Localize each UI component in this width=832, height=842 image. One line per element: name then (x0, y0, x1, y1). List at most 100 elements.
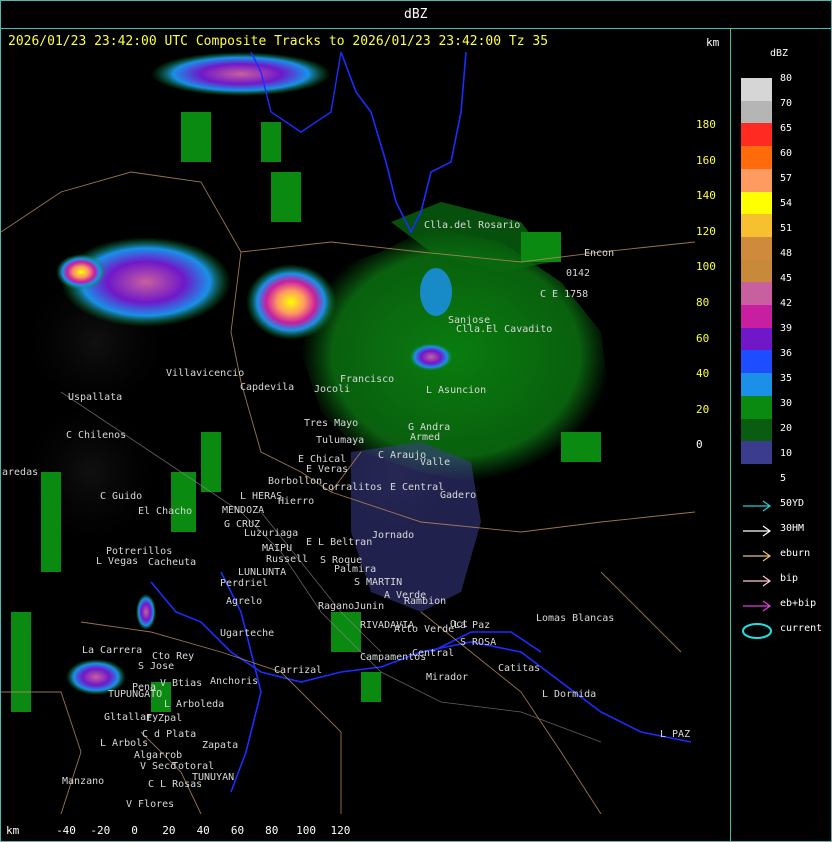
storm-cell-east-b (420, 268, 452, 316)
km-label-bottom: km (6, 824, 20, 837)
place-label: L Dormida (542, 689, 597, 700)
legend-level-label: 5 (780, 473, 787, 484)
place-label: LUNLUNTA (238, 567, 287, 578)
place-label: E Veras (306, 464, 349, 475)
legend-level-label: 54 (780, 198, 793, 209)
place-label: Encon (584, 248, 615, 259)
legend-swatch (741, 305, 772, 328)
place-label: Agrelo (226, 596, 263, 607)
place-label: V Btias (160, 678, 203, 689)
legend-track-label: 30HM (780, 523, 805, 534)
place-label: Catitas (498, 663, 541, 674)
legend-level-label: 80 (780, 73, 793, 84)
legend-swatch (741, 214, 772, 238)
place-label: S Jose (138, 661, 175, 672)
place-label: Manzano (62, 776, 105, 787)
place-label: Cacheuta (148, 557, 197, 568)
y-tick-label: 140 (696, 189, 716, 203)
legend-swatch (741, 395, 772, 419)
legend-track-label: bip (780, 573, 799, 584)
place-label: E Central (390, 482, 445, 493)
place-label: E L Beltran (306, 537, 373, 548)
place-label: Uspallata (68, 392, 123, 403)
place-label: Perdriel (220, 578, 269, 589)
legend-swatch (741, 78, 772, 101)
place-label: Capdevila (240, 382, 295, 393)
place-label: L Arboleda (164, 699, 225, 710)
place-label: L Asuncion (426, 385, 487, 396)
place-label: Jornado (372, 530, 415, 541)
place-label: Armed (410, 432, 441, 443)
place-label: S ROSA (460, 637, 497, 648)
place-label: Lomas Blancas (536, 613, 615, 624)
place-label: C d Plata (142, 729, 197, 740)
legend-level-label: 57 (780, 173, 793, 184)
legend-track-label: eburn (780, 548, 811, 559)
legend-level-label: 35 (780, 373, 793, 384)
storm-cell-central (246, 264, 336, 340)
place-label: Gadero (440, 490, 477, 501)
place-label: Jocoli (314, 384, 351, 395)
place-label: Rambion (404, 596, 447, 607)
legend-swatch (741, 100, 772, 124)
legend-level-label: 48 (780, 248, 793, 259)
track-arrow-icon (743, 525, 772, 537)
storm-cell-east (409, 343, 453, 371)
place-label: Algarrob (134, 750, 183, 761)
place-label: Clla.El Cavadito (456, 324, 553, 335)
y-tick-label: 20 (696, 402, 710, 416)
place-label: Totoral (172, 761, 215, 772)
track-arrow-icon (743, 600, 772, 612)
place-label: Corralitos (322, 482, 383, 493)
place-label: Pena (132, 682, 157, 693)
legend-level-label: 10 (780, 448, 793, 459)
legend-swatch (741, 373, 772, 397)
place-label: Luzuriaga (244, 528, 299, 539)
y-tick-label: 80 (696, 296, 710, 309)
legend-track-label: current (780, 623, 823, 634)
y-tick-label: 0 (696, 438, 703, 452)
place-label: Central (412, 648, 455, 659)
storm-cell-west-core (56, 254, 106, 290)
place-label: Palmira (334, 564, 377, 575)
place-label: El Chacho (138, 506, 193, 517)
place-label: Borbollon (268, 476, 323, 487)
legend-swatch (741, 123, 772, 147)
legend-swatch (741, 282, 772, 306)
place-label: C Araujo (378, 450, 427, 461)
legend-level-label: 42 (780, 298, 793, 309)
legend-swatch (741, 146, 772, 170)
y-tick-label: 40 (696, 367, 710, 381)
legend-level-label: 20 (780, 423, 793, 434)
place-label: Russell (266, 554, 309, 565)
place-label: Clla.del Rosario (424, 220, 521, 231)
legend-track-label: 50YD (780, 498, 805, 509)
place-label: E Zpal (146, 713, 183, 724)
legend-swatch (741, 191, 772, 215)
legend-swatch (741, 327, 772, 351)
legend-level-label: 39 (780, 323, 793, 334)
place-label: MENDOZA (222, 505, 265, 516)
track-arrow-icon (743, 550, 772, 562)
legend-level-label: 45 (780, 273, 793, 284)
legend-level-label: 60 (780, 148, 793, 159)
place-label: Francisco (340, 374, 395, 385)
place-label: Mirador (426, 672, 469, 683)
track-arrow-icon (743, 500, 772, 512)
place-label: 0142 (566, 268, 591, 279)
track-arrow-icon (743, 575, 772, 587)
place-label: C E 1758 (540, 289, 589, 300)
legend-level-label: 70 (780, 98, 793, 109)
place-label: C Chilenos (66, 430, 127, 441)
km-label-top: km (706, 36, 720, 49)
place-label: Alto Verde (394, 624, 455, 635)
y-tick-label: 100 (696, 260, 716, 274)
place-label: Ugarteche (220, 628, 275, 639)
place-label: V Flores (126, 799, 175, 810)
place-label: La Carrera (82, 645, 143, 656)
place-label: L PAZ (660, 729, 691, 740)
place-label: Villavicencio (166, 368, 245, 379)
place-label: L Vegas (96, 556, 139, 567)
y-tick-label: 180 (696, 118, 716, 131)
place-label: Tulumaya (316, 435, 365, 446)
